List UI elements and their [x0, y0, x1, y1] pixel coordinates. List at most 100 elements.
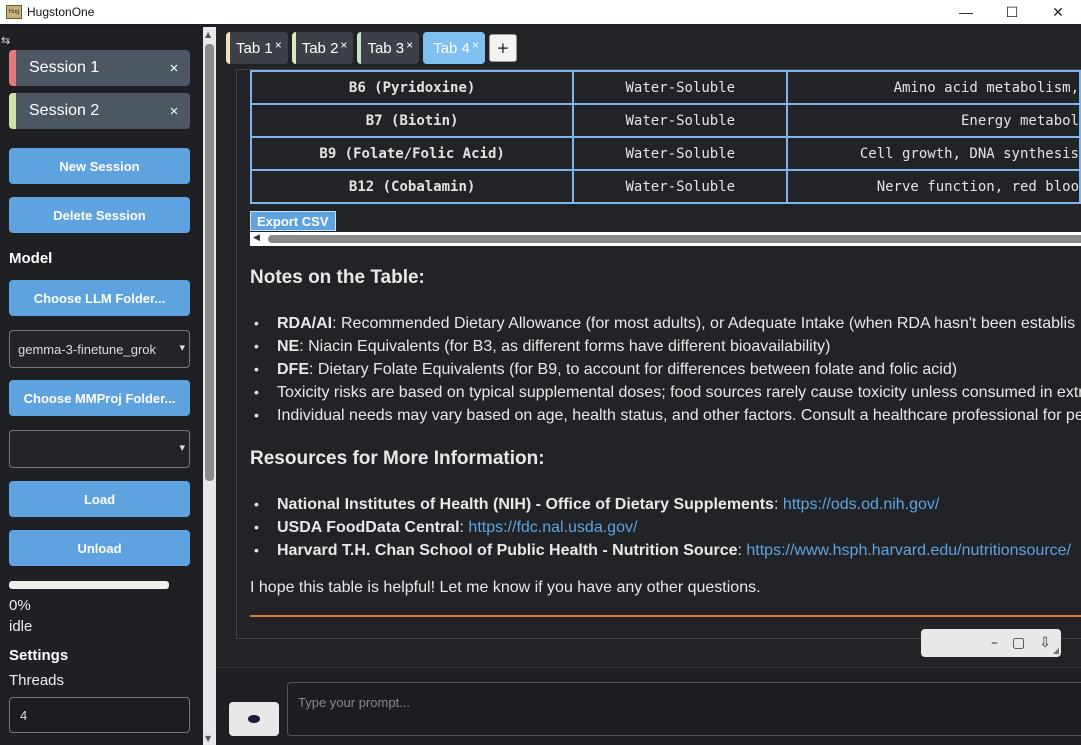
tab-label: Tab 1: [236, 39, 273, 57]
table-cell: Water-Soluble: [572, 169, 789, 204]
list-item: Toxicity risks are based on typical supp…: [254, 381, 1081, 404]
prompt-bar: Type your prompt...: [216, 667, 1081, 745]
close-icon[interactable]: ×: [472, 38, 479, 52]
model-heading: Model: [9, 250, 53, 267]
table-row: B9 (Folate/Folic Acid) Water-Soluble Cel…: [249, 136, 1081, 171]
table-row: B12 (Cobalamin) Water-Soluble Nerve func…: [249, 169, 1081, 204]
tab-3[interactable]: Tab 3 ×: [357, 32, 420, 64]
table-cell: Nerve function, red bloo: [786, 169, 1081, 204]
app-logo-icon: Hug: [6, 5, 22, 19]
close-icon[interactable]: ×: [275, 38, 282, 52]
closing-message: I hope this table is helpful! Let me kno…: [250, 579, 761, 596]
list-item: Individual needs may vary based on age, …: [254, 404, 1081, 427]
restore-icon[interactable]: ▢: [1012, 635, 1025, 651]
tab-color-strip: [357, 32, 362, 64]
unload-button[interactable]: Unload: [9, 530, 190, 566]
table-cell: Amino acid metabolism,: [786, 70, 1081, 105]
tab-color-strip: [291, 32, 296, 64]
choose-llm-folder-button[interactable]: Choose LLM Folder...: [9, 280, 190, 316]
new-session-button[interactable]: New Session: [9, 148, 190, 184]
resize-grip-icon[interactable]: ◢: [1053, 646, 1059, 655]
table-cell: Water-Soluble: [572, 136, 789, 171]
table-cell: B6 (Pyridoxine): [249, 70, 575, 105]
main-panel: Tab 1 × Tab 2 × Tab 3 × Tab 4 × + B6 (Py…: [216, 27, 1081, 745]
resources-list: National Institutes of Health (NIH) - Of…: [254, 493, 1071, 562]
table-row: B6 (Pyridoxine) Water-Soluble Amino acid…: [249, 70, 1081, 105]
choose-mmproj-folder-button[interactable]: Choose MMProj Folder...: [9, 380, 190, 416]
table-cell: B9 (Folate/Folic Acid): [249, 136, 575, 171]
chevron-down-icon: ▾: [179, 442, 185, 454]
table-cell: Cell growth, DNA synthesis: [786, 136, 1081, 171]
minimize-button[interactable]: —: [943, 0, 989, 24]
close-icon[interactable]: ×: [164, 103, 184, 120]
window-controls: — ☐ ✕: [943, 0, 1081, 24]
send-icon: [248, 715, 260, 723]
sidebar-scrollbar[interactable]: ▲ ▼: [203, 27, 216, 745]
settings-heading: Settings: [9, 647, 69, 664]
scroll-up-icon[interactable]: ▲: [205, 30, 211, 39]
prompt-input[interactable]: Type your prompt...: [287, 682, 1081, 736]
load-button[interactable]: Load: [9, 481, 190, 517]
close-icon[interactable]: ×: [406, 38, 413, 52]
threads-label: Threads: [9, 672, 65, 689]
session-item-2[interactable]: Session 2 ×: [9, 93, 190, 129]
close-button[interactable]: ✕: [1035, 0, 1081, 24]
tab-bar: Tab 1 × Tab 2 × Tab 3 × Tab 4 × +: [226, 32, 517, 64]
list-item: RDA/AI: Recommended Dietary Allowance (f…: [254, 312, 1081, 335]
scrollbar-thumb[interactable]: [205, 44, 214, 481]
list-item: USDA FoodData Central: https://fdc.nal.u…: [254, 516, 1071, 539]
status-text: idle: [9, 618, 33, 635]
panel-controls: – ▢ ⇩ ◢: [921, 629, 1061, 657]
list-item: DFE: Dietary Folate Equivalents (for B9,…: [254, 358, 1081, 381]
title-bar: Hug HugstonOne — ☐ ✕: [0, 0, 1081, 24]
tab-label: Tab 4: [433, 39, 470, 57]
mmproj-select[interactable]: ▾: [9, 430, 190, 468]
session-label: Session 1: [29, 59, 100, 76]
list-item: National Institutes of Health (NIH) - Of…: [254, 493, 1071, 516]
tab-2[interactable]: Tab 2 ×: [291, 32, 354, 64]
session-color-bar: [9, 93, 16, 129]
delete-session-button[interactable]: Delete Session: [9, 197, 190, 233]
progress-percent: 0%: [9, 597, 31, 614]
table-cell: Water-Soluble: [572, 103, 789, 138]
tab-label: Tab 2: [301, 39, 339, 57]
scroll-down-icon[interactable]: ▼: [205, 734, 211, 743]
download-icon[interactable]: ⇩: [1039, 635, 1051, 651]
tab-label: Tab 3: [367, 39, 405, 57]
session-item-1[interactable]: Session 1 ×: [9, 50, 190, 86]
message-divider: [250, 615, 1081, 617]
table-row: B7 (Biotin) Water-Soluble Energy metabol: [249, 103, 1081, 138]
notes-heading: Notes on the Table:: [250, 267, 425, 288]
llm-model-select[interactable]: gemma-3-finetune_grok ▾: [9, 330, 190, 368]
table-cell: Water-Soluble: [572, 70, 789, 105]
session-color-bar: [9, 50, 16, 86]
resource-link[interactable]: https://fdc.nal.usda.gov/: [468, 519, 637, 536]
maximize-button[interactable]: ☐: [989, 0, 1035, 24]
tab-1[interactable]: Tab 1 ×: [226, 32, 288, 64]
tab-4[interactable]: Tab 4 ×: [423, 32, 485, 64]
list-item: Harvard T.H. Chan School of Public Healt…: [254, 539, 1071, 562]
notes-list: RDA/AI: Recommended Dietary Allowance (f…: [254, 312, 1081, 427]
scrollbar-thumb[interactable]: [268, 235, 1081, 243]
export-csv-button[interactable]: Export CSV: [250, 211, 336, 231]
vitamin-table: B6 (Pyridoxine) Water-Soluble Amino acid…: [249, 70, 1081, 204]
table-cell: B7 (Biotin): [249, 103, 575, 138]
session-label: Session 2: [29, 102, 100, 119]
sidebar: ⇆ Session 1 × Session 2 × New Session De…: [0, 27, 200, 745]
table-horizontal-scrollbar[interactable]: ◀: [250, 232, 1081, 246]
minimize-icon[interactable]: –: [991, 635, 998, 651]
table-cell: Energy metabol: [786, 103, 1081, 138]
resource-link[interactable]: https://ods.od.nih.gov/: [783, 496, 940, 513]
add-tab-button[interactable]: +: [488, 34, 517, 62]
window-title: HugstonOne: [27, 5, 95, 19]
close-icon[interactable]: ×: [340, 38, 347, 52]
close-icon[interactable]: ×: [164, 60, 184, 77]
tab-color-strip: [423, 32, 428, 64]
table-cell: B12 (Cobalamin): [249, 169, 575, 204]
scroll-left-icon[interactable]: ◀: [253, 233, 260, 243]
resource-link[interactable]: https://www.hsph.harvard.edu/nutritionso…: [746, 542, 1071, 559]
load-progress-bar: [9, 581, 169, 589]
send-button[interactable]: [229, 702, 279, 736]
sidebar-toggle-icon[interactable]: ⇆: [1, 34, 10, 47]
threads-input[interactable]: 4: [9, 697, 190, 733]
